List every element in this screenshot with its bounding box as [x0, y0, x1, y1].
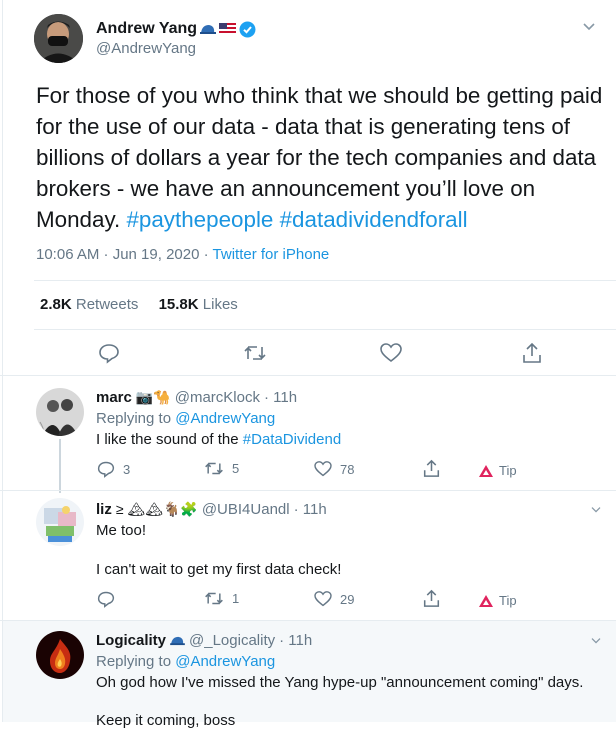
likes-count: 15.8K	[158, 296, 199, 313]
replying-to-label: Replying to	[96, 653, 172, 670]
reply-text-line-1: Oh god how I've missed the Yang hype-up …	[96, 674, 584, 691]
tip-button[interactable]: Tip	[479, 463, 517, 478]
hashtag-paythepeople[interactable]: #paythepeople	[126, 207, 273, 232]
share-button[interactable]	[423, 589, 440, 608]
reply-button[interactable]: 3	[97, 460, 130, 478]
blue-cap-icon	[170, 635, 185, 646]
like-button[interactable]: 29	[314, 591, 354, 607]
reply-author-name[interactable]: marc	[96, 389, 132, 406]
reply-button[interactable]	[97, 590, 115, 608]
tip-label: Tip	[499, 593, 517, 608]
avatar-andrew-yang[interactable]	[34, 14, 83, 63]
us-flag-icon	[219, 23, 237, 35]
reply-text-line-2: Keep it coming, boss	[96, 712, 236, 729]
replying-to-handle[interactable]: @AndrewYang	[175, 653, 275, 670]
retweet-button[interactable]: 5	[204, 461, 239, 476]
thread-connector	[59, 439, 61, 493]
share-icon	[423, 589, 440, 607]
retweets-count: 2.8K	[40, 296, 72, 313]
reply-author-name[interactable]: liz	[96, 501, 112, 518]
replying-to-label: Replying to	[96, 410, 172, 427]
retweets-stat[interactable]: 2.8K Retweets	[40, 296, 143, 313]
reply-time[interactable]: · 11h	[279, 632, 312, 649]
reply-button[interactable]	[98, 342, 120, 364]
tweet-text: For those of you who think that we shoul…	[36, 80, 612, 235]
replying-to-handle[interactable]: @AndrewYang	[175, 410, 275, 427]
reply-author-handle[interactable]: @UBI4Uandl	[202, 501, 290, 518]
camera-camel-emoji: 📷🐪	[135, 389, 171, 405]
retweet-button[interactable]: 1	[204, 591, 239, 606]
likes-stat[interactable]: 15.8K Likes	[159, 296, 238, 313]
avatar-liz[interactable]	[36, 498, 84, 546]
emoji-string: ≥ 🏔🏔🐐🧩	[115, 501, 198, 517]
divider	[0, 375, 616, 376]
likes-label: Likes	[202, 296, 238, 313]
retweet-icon	[205, 462, 223, 475]
reply-author-handle[interactable]: @_Logicality	[189, 632, 275, 649]
heart-icon	[314, 461, 332, 477]
heart-icon	[314, 591, 332, 607]
author-handle[interactable]: @AndrewYang	[96, 40, 196, 57]
divider	[0, 490, 616, 491]
reply-icon	[97, 461, 115, 478]
like-button[interactable]	[380, 343, 402, 363]
retweet-button[interactable]	[243, 344, 267, 362]
reply-time[interactable]: · 11h	[264, 389, 297, 406]
retweet-count: 5	[232, 461, 240, 476]
tip-button[interactable]: Tip	[479, 593, 517, 608]
hashtag-datadividendforall[interactable]: #datadividendforall	[280, 207, 468, 232]
tweet-source[interactable]: Twitter for iPhone	[213, 246, 330, 263]
share-icon	[423, 459, 440, 477]
heart-icon	[380, 343, 402, 363]
meta-separator: ·	[203, 246, 209, 263]
retweet-icon	[244, 346, 266, 360]
tweet-timestamp[interactable]: 10:06 AM · Jun 19, 2020	[36, 246, 199, 263]
author-name[interactable]: Andrew Yang	[96, 20, 197, 38]
timeline-left-border	[2, 0, 3, 722]
share-button[interactable]	[423, 459, 440, 478]
reply-count: 3	[123, 461, 131, 477]
verified-badge-icon	[239, 21, 256, 38]
avatar-logicality[interactable]	[36, 631, 84, 679]
reply-icon	[97, 591, 115, 608]
chevron-down-icon[interactable]	[590, 637, 602, 645]
engagement-stats: 2.8K Retweets 15.8K Likes	[40, 296, 238, 313]
reply-author-handle[interactable]: @marcKlock	[175, 389, 260, 406]
divider	[34, 329, 616, 330]
divider	[34, 280, 616, 281]
reply-author-name[interactable]: Logicality	[96, 632, 166, 649]
tip-icon	[479, 464, 493, 477]
reply-time[interactable]: · 11h	[294, 501, 327, 518]
avatar-marc[interactable]	[36, 388, 84, 436]
share-button[interactable]	[522, 342, 542, 364]
retweets-label: Retweets	[75, 296, 139, 313]
reply-text-line-1: Me too!	[96, 522, 147, 539]
like-count: 29	[340, 591, 355, 607]
hashtag-datadividend[interactable]: #DataDividend	[243, 431, 341, 448]
chevron-down-icon[interactable]	[590, 506, 602, 514]
reply-text-line-2: I can't wait to get my first data check!	[96, 561, 342, 578]
retweet-icon	[205, 592, 223, 605]
like-button[interactable]: 78	[314, 461, 354, 477]
chevron-down-icon[interactable]	[582, 22, 596, 32]
retweet-count: 1	[232, 591, 240, 606]
share-icon	[523, 342, 541, 363]
like-count: 78	[340, 461, 355, 477]
blue-cap-icon	[200, 23, 217, 35]
reply-text: I like the sound of the	[96, 431, 239, 448]
tip-label: Tip	[499, 463, 517, 478]
reply-icon	[99, 344, 119, 364]
tip-icon	[479, 594, 493, 607]
